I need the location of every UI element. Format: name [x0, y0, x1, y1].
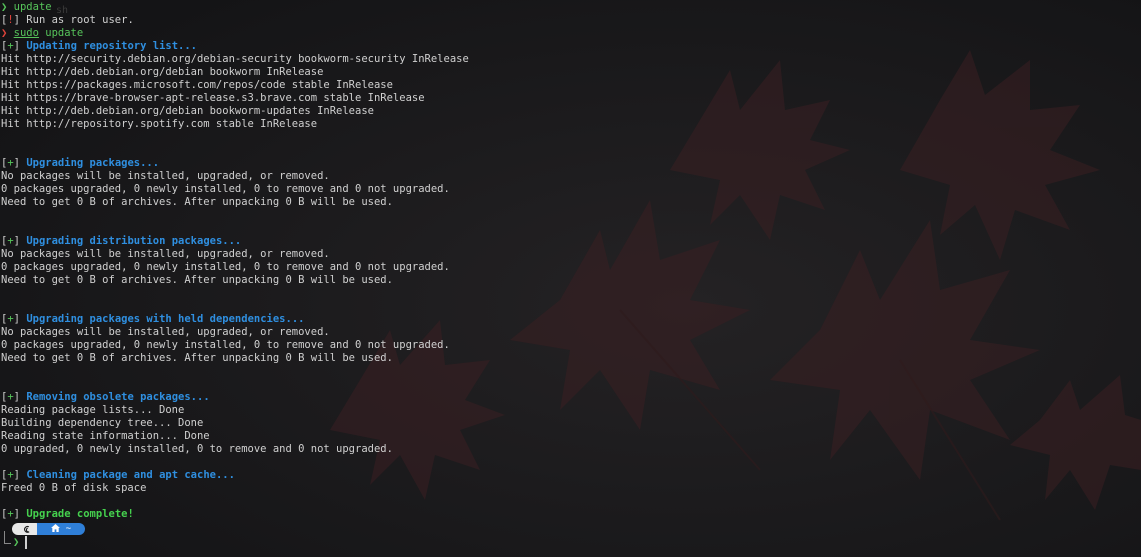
- terminal-line: [!] Run as root user.: [1, 14, 1136, 27]
- active-prompt[interactable]: ❯: [1, 531, 1136, 551]
- line-segment: Hit http://security.debian.org/debian-se…: [1, 53, 469, 65]
- terminal-line: 0 packages upgraded, 0 newly installed, …: [1, 183, 1136, 196]
- terminal-line: Hit https://packages.microsoft.com/repos…: [1, 79, 1136, 92]
- terminal-line: [+] Upgrading packages...: [1, 157, 1136, 170]
- line-segment: ]: [13, 157, 27, 169]
- terminal-output: ❯ update [!] Run as root user. ❯ sudo upda…: [1, 1, 1136, 551]
- line-segment: Hit https://brave-browser-apt-release.s3…: [1, 92, 425, 104]
- line-segment: update: [13, 1, 52, 13]
- line-segment: Reading state information... Done: [1, 430, 210, 442]
- line-segment: Hit http://deb.debian.org/debian bookwor…: [1, 105, 374, 117]
- terminal-line: Hit https://brave-browser-apt-release.s3…: [1, 92, 1136, 105]
- terminal-line: Building dependency tree... Done: [1, 417, 1136, 430]
- terminal-line: [+] Upgrading packages with held depende…: [1, 313, 1136, 326]
- terminal-line: No packages will be installed, upgraded,…: [1, 326, 1136, 339]
- prompt-symbol: ❯: [13, 536, 20, 548]
- line-segment: Cleaning package and apt cache...: [26, 469, 235, 481]
- line-segment: ]: [13, 508, 27, 520]
- line-segment: ]: [13, 469, 27, 481]
- prompt-segment-bar: ~: [1, 522, 1136, 535]
- line-segment: Need to get 0 B of archives. After unpac…: [1, 274, 393, 286]
- line-segment: 0 packages upgraded, 0 newly installed, …: [1, 183, 450, 195]
- terminal-line: 0 packages upgraded, 0 newly installed, …: [1, 261, 1136, 274]
- terminal-line: [+] Cleaning package and apt cache...: [1, 469, 1136, 482]
- line-segment: ❯: [1, 1, 14, 13]
- line-segment: Freed 0 B of disk space: [1, 482, 147, 494]
- terminal-line: ❯ sudo update: [1, 27, 1136, 40]
- directory-segment: ~: [37, 523, 85, 535]
- line-segment: ❯: [1, 27, 14, 39]
- text-cursor: [25, 536, 27, 549]
- line-segment: ] Run as root user.: [13, 14, 134, 26]
- terminal-line: No packages will be installed, upgraded,…: [1, 170, 1136, 183]
- terminal-line: Hit http://deb.debian.org/debian bookwor…: [1, 66, 1136, 79]
- terminal-line: No packages will be installed, upgraded,…: [1, 248, 1136, 261]
- line-segment: Hit http://deb.debian.org/debian bookwor…: [1, 66, 324, 78]
- terminal-line: Reading state information... Done: [1, 430, 1136, 443]
- line-segment: Hit https://packages.microsoft.com/repos…: [1, 79, 393, 91]
- terminal-line: [+] Removing obsolete packages...: [1, 391, 1136, 404]
- line-segment: Updating repository list...: [26, 40, 197, 52]
- terminal-line: [+] Upgrade complete!: [1, 508, 1136, 521]
- terminal-line: 0 upgraded, 0 newly installed, 0 to remo…: [1, 443, 1136, 456]
- directory-text: ~: [65, 524, 72, 534]
- line-segment: Need to get 0 B of archives. After unpac…: [1, 196, 393, 208]
- line-segment: No packages will be installed, upgraded,…: [1, 326, 330, 338]
- terminal-line: Hit http://security.debian.org/debian-se…: [1, 53, 1136, 66]
- line-segment: 0 packages upgraded, 0 newly installed, …: [1, 339, 450, 351]
- terminal-line: 0 packages upgraded, 0 newly installed, …: [1, 339, 1136, 352]
- terminal-line: Hit http://repository.spotify.com stable…: [1, 118, 1136, 131]
- line-segment: ]: [13, 235, 27, 247]
- line-segment: Upgrading packages...: [26, 157, 160, 169]
- terminal-line: [+] Updating repository list...: [1, 40, 1136, 53]
- home-icon: [50, 523, 60, 535]
- line-segment: Building dependency tree... Done: [1, 417, 204, 429]
- line-segment: Removing obsolete packages...: [26, 391, 210, 403]
- line-segment: ]: [13, 391, 27, 403]
- line-segment: Upgrading packages with held dependencie…: [26, 313, 305, 325]
- line-segment: No packages will be installed, upgraded,…: [1, 248, 330, 260]
- line-segment: Need to get 0 B of archives. After unpac…: [1, 352, 393, 364]
- line-segment: ]: [13, 313, 27, 325]
- line-segment: Reading package lists... Done: [1, 404, 185, 416]
- terminal-line: Reading package lists... Done: [1, 404, 1136, 417]
- line-segment: Upgrading distribution packages...: [26, 235, 242, 247]
- line-segment: sudo: [13, 27, 39, 39]
- line-segment: 0 upgraded, 0 newly installed, 0 to remo…: [1, 443, 393, 455]
- terminal-line: ❯ update: [1, 1, 1136, 14]
- terminal-line: Need to get 0 B of archives. After unpac…: [1, 196, 1136, 209]
- prompt-corner: [4, 531, 11, 544]
- terminal-lines: ❯ update [!] Run as root user. ❯ sudo upda…: [1, 1, 1136, 521]
- terminal-line: Hit http://deb.debian.org/debian bookwor…: [1, 105, 1136, 118]
- line-segment: Hit http://repository.spotify.com stable…: [1, 118, 318, 130]
- terminal-line: Freed 0 B of disk space: [1, 482, 1136, 495]
- terminal-line: Need to get 0 B of archives. After unpac…: [1, 352, 1136, 365]
- terminal-line: [+] Upgrading distribution packages...: [1, 235, 1136, 248]
- terminal-line: Need to get 0 B of archives. After unpac…: [1, 274, 1136, 287]
- line-segment: update: [38, 27, 84, 39]
- line-segment: Upgrade complete!: [26, 508, 134, 520]
- line-segment: ]: [13, 40, 27, 52]
- line-segment: 0 packages upgraded, 0 newly installed, …: [1, 261, 450, 273]
- line-segment: No packages will be installed, upgraded,…: [1, 170, 330, 182]
